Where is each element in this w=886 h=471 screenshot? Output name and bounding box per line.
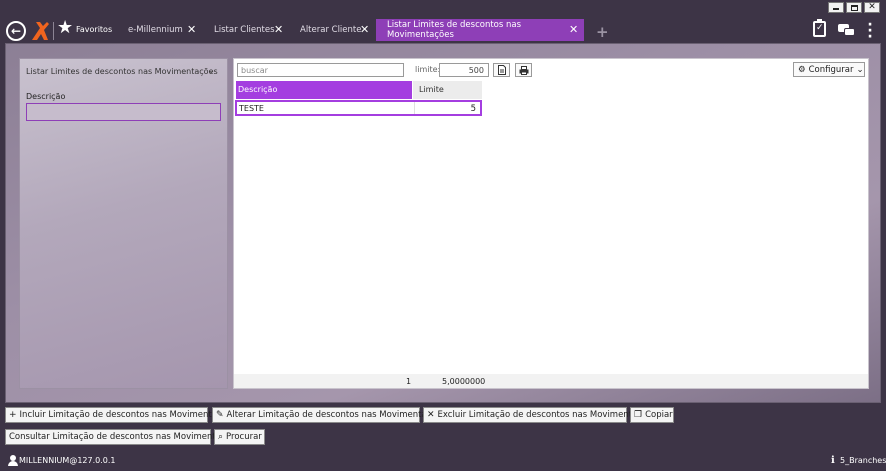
column-header-limite[interactable]: Limite bbox=[413, 81, 482, 99]
excluir-label: Excluir Limitação de descontos nas Movim… bbox=[437, 410, 657, 420]
limit-input[interactable] bbox=[439, 63, 489, 77]
kebab-menu-icon[interactable]: · · · bbox=[867, 18, 873, 44]
gear-icon: ⚙ bbox=[798, 64, 806, 75]
star-icon[interactable]: ★ bbox=[57, 19, 73, 37]
excluir-button[interactable]: ✕ Excluir Limitação de descontos nas Mov… bbox=[423, 407, 657, 423]
delete-icon: ✕ bbox=[427, 409, 435, 420]
tab-label: e-Millennium bbox=[128, 25, 183, 35]
filter-panel: Listar Limites de descontos nas Moviment… bbox=[19, 58, 228, 389]
grid-panel: limite: ⚙ Configurar ⌄ Descrição Limite … bbox=[233, 58, 869, 389]
search-input[interactable] bbox=[237, 63, 404, 77]
search-icon: ⌕ bbox=[218, 431, 224, 442]
maximize-icon bbox=[850, 4, 858, 11]
close-window-button[interactable]: ✕ bbox=[864, 2, 880, 13]
back-arrow-icon[interactable]: ← bbox=[6, 21, 26, 41]
column-header-descricao[interactable]: Descrição bbox=[236, 81, 412, 99]
configure-button[interactable]: ⚙ Configurar ⌄ bbox=[793, 62, 865, 77]
cell-descricao: TESTE bbox=[239, 104, 264, 113]
plus-icon: + bbox=[9, 409, 17, 420]
minimize-button[interactable] bbox=[828, 2, 844, 13]
consultar-label: Consultar Limitação de descontos nas Mov… bbox=[9, 432, 241, 442]
favorites-label[interactable]: Favoritos bbox=[76, 25, 112, 34]
incluir-label: Incluir Limitação de descontos nas Movim… bbox=[19, 410, 237, 420]
main-area: Listar Limites de descontos nas Moviment… bbox=[5, 43, 881, 403]
status-bar: MILLENNIUM@127.0.0.1 ℹ 5_Branches bbox=[0, 451, 886, 471]
chat-icon[interactable] bbox=[838, 24, 856, 36]
close-tab-icon[interactable]: ✕ bbox=[569, 24, 578, 35]
close-tab-icon[interactable]: ✕ bbox=[360, 24, 369, 35]
configure-label: Configurar bbox=[808, 64, 854, 75]
tab-listar-clientes[interactable]: Listar Clientes ✕ bbox=[206, 19, 286, 41]
cell-limite: 5 bbox=[470, 104, 476, 114]
row-count: 1 bbox=[406, 377, 412, 386]
table-row[interactable]: TESTE 5 bbox=[235, 100, 482, 116]
window-controls: ✕ bbox=[828, 2, 880, 13]
minimize-icon bbox=[833, 8, 839, 10]
procurar-button[interactable]: ⌕ Procurar bbox=[214, 429, 265, 445]
maximize-button[interactable] bbox=[846, 2, 862, 13]
tab-label: Listar Limites de descontos nas Moviment… bbox=[387, 20, 522, 40]
consultar-button[interactable]: Consultar Limitação de descontos nas Mov… bbox=[5, 429, 240, 445]
clipboard-check-icon[interactable] bbox=[813, 19, 826, 37]
incluir-button[interactable]: + Incluir Limitação de descontos nas Mov… bbox=[5, 407, 236, 423]
tab-label: Alterar Cliente bbox=[300, 25, 362, 35]
tab-listar-limites[interactable]: Listar Limites de descontos nas Moviment… bbox=[376, 19, 584, 41]
tab-e-millennium[interactable]: e-Millennium ✕ bbox=[120, 19, 200, 41]
alterar-button[interactable]: ✎ Alterar Limitação de descontos nas Mov… bbox=[212, 407, 446, 423]
status-branch: 5_Branches bbox=[840, 456, 886, 465]
add-tab-icon[interactable]: + bbox=[596, 25, 609, 40]
grid-footer: 1 5,0000000 bbox=[234, 374, 868, 388]
chevron-down-icon: ⌄ bbox=[856, 64, 864, 75]
user-icon bbox=[8, 455, 18, 466]
copiar-button[interactable]: ❐ Copiar bbox=[630, 407, 674, 423]
close-icon: ✕ bbox=[868, 2, 876, 12]
tab-label: Listar Clientes bbox=[214, 25, 275, 35]
print-button[interactable] bbox=[515, 63, 532, 77]
alterar-label: Alterar Limitação de descontos nas Movim… bbox=[226, 410, 447, 420]
topbar-divider bbox=[53, 22, 54, 40]
description-filter-input[interactable] bbox=[26, 103, 221, 121]
edit-icon: ✎ bbox=[216, 409, 224, 420]
top-bar: ← ★ Favoritos e-Millennium ✕ Listar Clie… bbox=[0, 17, 886, 44]
export-document-icon bbox=[497, 65, 506, 75]
copiar-label: Copiar bbox=[645, 410, 673, 420]
filter-panel-title[interactable]: Listar Limites de descontos nas Moviment… bbox=[26, 67, 218, 76]
cell-divider bbox=[414, 102, 415, 114]
tab-alterar-cliente[interactable]: Alterar Cliente ✕ bbox=[292, 19, 372, 41]
procurar-label: Procurar bbox=[226, 432, 262, 442]
info-icon[interactable]: ℹ bbox=[831, 455, 835, 466]
logo-icon bbox=[32, 22, 49, 40]
copy-icon: ❐ bbox=[634, 409, 643, 420]
description-label: Descrição bbox=[26, 92, 66, 101]
close-tab-icon[interactable]: ✕ bbox=[274, 24, 283, 35]
export-button[interactable] bbox=[493, 63, 510, 77]
status-user: MILLENNIUM@127.0.0.1 bbox=[19, 456, 116, 465]
printer-icon bbox=[519, 65, 528, 75]
limit-label: limite: bbox=[415, 65, 441, 74]
limit-total: 5,0000000 bbox=[442, 377, 486, 386]
close-tab-icon[interactable]: ✕ bbox=[187, 24, 196, 35]
chevron-down-icon[interactable]: ⌄ bbox=[207, 65, 215, 76]
